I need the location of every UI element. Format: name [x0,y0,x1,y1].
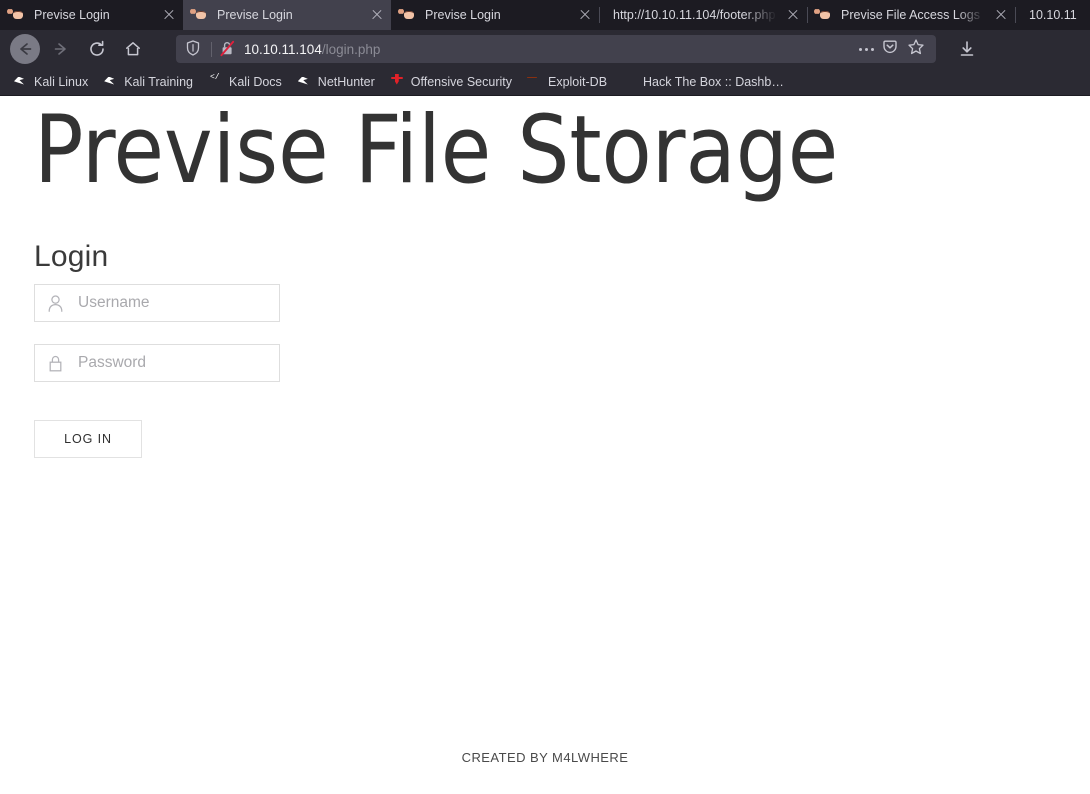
browser-window: Previse Login Previse Login Previse Logi… [0,0,1090,794]
lock-icon [47,354,64,373]
navigation-toolbar: 10.10.11.104/login.php [0,30,1090,68]
ape-icon [10,7,26,23]
arrow-right-icon [54,43,66,55]
tab-title: Previse Login [34,8,110,22]
password-input[interactable] [78,345,279,381]
kali-docs-icon [207,74,223,90]
ape-icon [817,7,833,23]
ellipsis-icon[interactable] [854,37,878,61]
browser-tab-3[interactable]: Previse Login [391,0,599,30]
bookmark-offensive-security[interactable]: Offensive Security [383,72,518,92]
back-button[interactable] [10,34,40,64]
bookmark-label: Offensive Security [410,74,512,89]
password-field[interactable] [34,344,280,382]
arrow-left-icon [20,43,32,55]
close-icon[interactable] [159,5,179,25]
close-icon[interactable] [575,5,595,25]
kali-dragon-icon [12,74,28,90]
home-button[interactable] [118,34,148,64]
kali-training-icon [102,74,118,90]
browser-tab-5[interactable]: Previse File Access Logs [807,0,1015,30]
ape-icon [401,7,417,23]
star-icon[interactable] [906,37,930,61]
tab-title: Previse Login [217,8,293,22]
close-icon[interactable] [367,5,387,25]
home-icon [126,42,140,56]
login-heading: Login [34,240,109,273]
browser-tab-1[interactable]: Previse Login [0,0,183,30]
reload-button[interactable] [82,34,112,64]
close-icon[interactable] [991,5,1011,25]
bookmark-label: Hack The Box :: Dashb… [643,74,784,89]
reload-icon [90,40,104,56]
page-viewport: Previse File Storage Login Username LOG … [0,96,1090,794]
forward-button[interactable] [46,34,76,64]
pocket-icon[interactable] [880,37,904,61]
url-action-icons [852,37,930,61]
tab-strip: Previse Login Previse Login Previse Logi… [0,0,1090,30]
browser-tab-2[interactable]: Previse Login [183,0,391,30]
ape-icon [193,7,209,23]
bookmark-kali-docs[interactable]: Kali Docs [201,72,288,92]
url-host: 10.10.11.104 [244,41,322,57]
bookmark-label: Kali Linux [34,74,89,89]
bookmark-label: NetHunter [317,74,375,89]
browser-tab-6[interactable]: 10.10.11 [1015,0,1090,30]
lock-crossed-out-icon[interactable] [219,40,237,58]
url-path: /login.php [321,41,381,57]
download-button[interactable] [952,34,982,64]
bookmarks-toolbar: Kali Linux Kali Training Kali Docs NetHu… [0,68,1090,96]
bookmark-kali-training[interactable]: Kali Training [96,72,199,92]
login-form: LOG IN [34,284,280,458]
download-icon [960,41,974,56]
page-title: Previse File Storage [34,96,839,205]
url-text[interactable]: 10.10.11.104/login.php [244,42,852,57]
nethunter-icon [296,74,312,90]
tab-title: 10.10.11 [1029,8,1077,22]
browser-tab-4[interactable]: http://10.10.11.104/footer.php [599,0,807,30]
offensive-security-sword-icon [389,74,405,90]
bookmark-label: Exploit-DB [547,74,608,89]
username-field[interactable] [34,284,280,322]
bookmark-nethunter[interactable]: NetHunter [290,72,381,92]
tab-title: Previse Login [425,8,501,22]
tab-title: Previse File Access Logs [841,8,980,22]
user-icon [47,294,64,313]
url-bar[interactable]: 10.10.11.104/login.php [176,35,936,63]
log-in-button[interactable]: LOG IN [34,420,142,458]
bookmark-exploit-db[interactable]: Exploit-DB [520,72,613,92]
shield-icon[interactable] [184,39,204,59]
exploit-db-bug-icon [526,74,542,90]
bookmark-kali-linux[interactable]: Kali Linux [6,72,94,92]
close-icon[interactable] [783,5,803,25]
url-separator [211,41,212,57]
tab-title: http://10.10.11.104/footer.php [613,8,776,22]
bookmark-label: Kali Docs [229,74,282,89]
hack-the-box-cube-icon [621,74,637,90]
bookmark-hack-the-box[interactable]: Hack The Box :: Dashb… [615,72,790,92]
page-footer: CREATED BY M4LWHERE [461,750,629,765]
username-input[interactable] [78,285,279,321]
bookmark-label: Kali Training [124,74,193,89]
